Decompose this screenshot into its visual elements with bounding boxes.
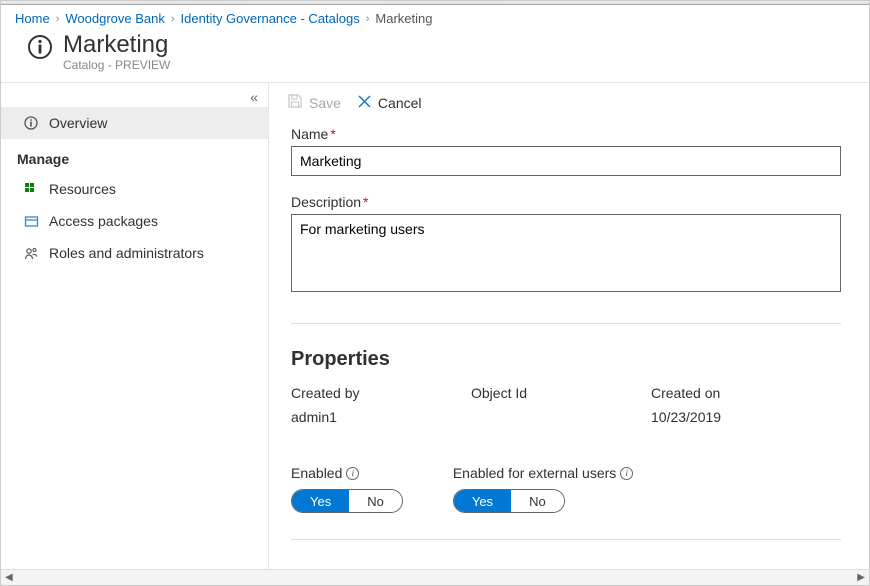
sidebar-section-manage: Manage	[1, 139, 268, 173]
breadcrumb-catalogs[interactable]: Identity Governance - Catalogs	[181, 11, 360, 26]
cancel-label: Cancel	[378, 95, 422, 111]
created-by-label: Created by	[291, 385, 471, 401]
toolbar: Save Cancel	[269, 83, 869, 122]
sidebar-item-resources[interactable]: Resources	[1, 173, 268, 205]
breadcrumb-current: Marketing	[375, 11, 432, 26]
name-input[interactable]	[291, 146, 841, 176]
collapse-sidebar-button[interactable]: «	[250, 89, 258, 105]
object-id-label: Object Id	[471, 385, 651, 401]
toggle-no: No	[349, 490, 402, 512]
breadcrumb-home[interactable]: Home	[15, 11, 50, 26]
enabled-toggle[interactable]: Yes No	[291, 489, 403, 513]
enabled-external-label: Enabled for external users	[453, 465, 616, 481]
enabled-external-toggle[interactable]: Yes No	[453, 489, 565, 513]
name-label: Name*	[291, 126, 847, 142]
sidebar-item-label: Roles and administrators	[49, 245, 204, 261]
save-icon	[287, 93, 303, 112]
sidebar-item-label: Access packages	[49, 213, 158, 229]
sidebar-item-label: Resources	[49, 181, 116, 197]
close-icon	[357, 94, 372, 112]
toggle-no: No	[511, 490, 564, 512]
required-indicator: *	[330, 126, 335, 142]
people-icon	[23, 245, 39, 261]
info-circle-icon	[27, 34, 53, 63]
created-on-label: Created on	[651, 385, 831, 401]
object-id-value	[471, 409, 651, 425]
description-input[interactable]: For marketing users	[291, 214, 841, 292]
breadcrumb-woodgrove[interactable]: Woodgrove Bank	[65, 11, 165, 26]
divider	[291, 323, 841, 324]
created-by-value: admin1	[291, 409, 471, 425]
sidebar-item-access-packages[interactable]: Access packages	[1, 205, 268, 237]
breadcrumb: Home › Woodgrove Bank › Identity Governa…	[1, 5, 869, 28]
info-icon[interactable]: i	[346, 467, 359, 480]
toggle-yes: Yes	[292, 490, 349, 512]
info-circle-icon	[23, 115, 39, 131]
horizontal-scrollbar[interactable]: ◀ ▶	[1, 569, 869, 585]
divider	[291, 539, 841, 540]
required-indicator: *	[363, 194, 368, 210]
page-title: Marketing	[63, 32, 170, 58]
save-label: Save	[309, 95, 341, 111]
chevron-right-icon: ›	[56, 13, 60, 25]
description-label: Description*	[291, 194, 847, 210]
save-button[interactable]: Save	[287, 93, 341, 112]
sidebar-item-overview[interactable]: Overview	[1, 107, 268, 139]
enabled-label: Enabled	[291, 465, 342, 481]
package-icon	[23, 213, 39, 229]
sidebar-item-roles-admins[interactable]: Roles and administrators	[1, 237, 268, 269]
created-on-value: 10/23/2019	[651, 409, 831, 425]
sidebar: « Overview Manage Resources Access pa	[1, 83, 269, 569]
toggle-yes: Yes	[454, 490, 511, 512]
sidebar-item-label: Overview	[49, 115, 107, 131]
scroll-left-icon[interactable]: ◀	[5, 572, 13, 583]
cancel-button[interactable]: Cancel	[357, 94, 422, 112]
page-subtitle: Catalog - PREVIEW	[63, 58, 170, 72]
chevron-right-icon: ›	[171, 13, 175, 25]
grid-icon	[23, 181, 39, 197]
info-icon[interactable]: i	[620, 467, 633, 480]
scroll-right-icon[interactable]: ▶	[857, 572, 865, 583]
chevron-right-icon: ›	[366, 13, 370, 25]
properties-heading: Properties	[291, 348, 847, 371]
